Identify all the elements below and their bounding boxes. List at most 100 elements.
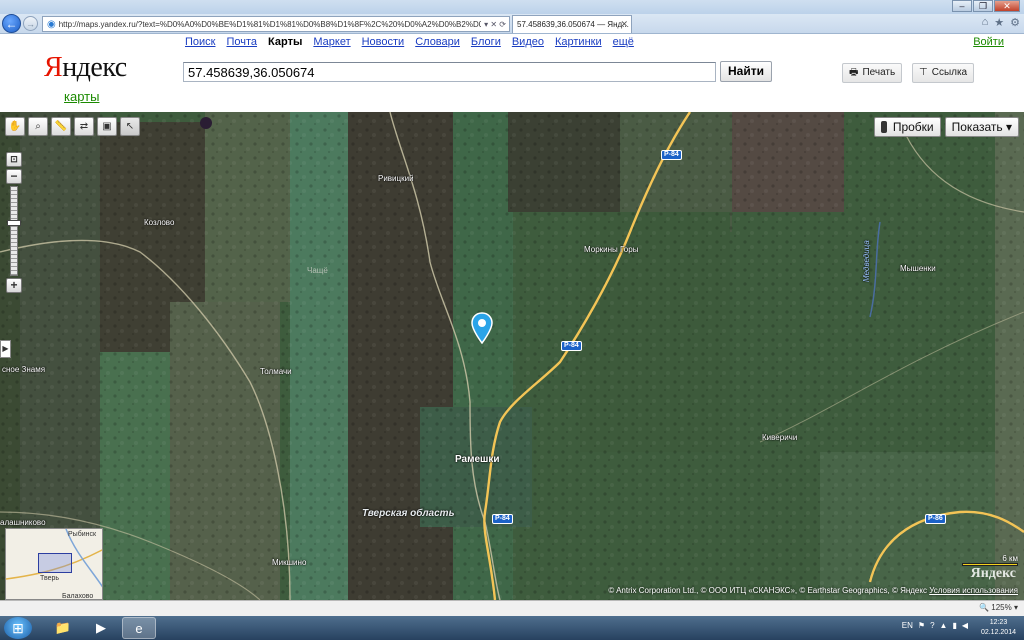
help-icon[interactable]: ? <box>930 621 934 630</box>
taskbar-explorer[interactable]: 📁 <box>46 617 80 639</box>
login-link[interactable]: Войти <box>973 36 1004 48</box>
place-morkiny-gory: Моркины Горы <box>584 245 639 254</box>
tab-title: 57.458639,36.050674 — Янд... <box>517 20 629 29</box>
service-dictionaries[interactable]: Словари <box>415 36 460 48</box>
scale-label: 6 км <box>1002 554 1018 563</box>
zoom-out-button[interactable]: − <box>6 169 22 184</box>
windows-logo-icon: ⊞ <box>12 620 24 636</box>
minimap-viewport[interactable] <box>38 553 72 573</box>
service-mail[interactable]: Почта <box>226 36 257 48</box>
road-badge: Р-84 <box>492 514 513 524</box>
yandex-logo[interactable]: Яндекс <box>44 52 127 84</box>
region-tver-oblast: Тверская область <box>362 508 455 519</box>
zoom-magnifier-icon: 🔍 <box>979 603 990 612</box>
zoom-in-button[interactable]: + <box>6 278 22 293</box>
link-icon: ⊤ <box>919 67 928 78</box>
address-url[interactable]: http://maps.yandex.ru/?text=%D0%A0%D0%BE… <box>59 20 481 29</box>
restore-button[interactable]: ❐ <box>973 0 993 12</box>
place-myshenki: Мышенки <box>900 264 936 273</box>
back-button[interactable]: ← <box>2 14 21 33</box>
taskbar-internet-explorer[interactable]: e <box>122 617 156 639</box>
service-blogs[interactable]: Блоги <box>471 36 501 48</box>
place-rameshki: Рамешки <box>455 454 500 465</box>
river-label: Медведица <box>862 240 871 282</box>
favorites-star-icon[interactable]: ★ <box>994 16 1004 29</box>
forward-arrow-icon: → <box>26 19 35 29</box>
zoom-slider[interactable] <box>6 186 22 276</box>
browser-navbar: ← → ◉ http://maps.yandex.ru/?text=%D0%A0… <box>0 14 1024 34</box>
route-icon: ⇄ <box>79 121 89 132</box>
cursor-tool[interactable]: ↖ <box>120 117 140 136</box>
service-search[interactable]: Поиск <box>185 36 215 48</box>
close-tab-icon[interactable]: ✕ <box>620 16 628 33</box>
close-window-button[interactable]: ✕ <box>994 0 1020 12</box>
route-tool[interactable]: ⇄ <box>74 117 94 136</box>
link-button[interactable]: ⊤ Ссылка <box>912 63 975 83</box>
volume-icon[interactable]: ◀ <box>962 621 968 630</box>
magnifier-tool[interactable]: ⌕ <box>28 117 48 136</box>
triangle-right-icon: ▶ <box>2 344 9 353</box>
address-bar[interactable]: ◉ http://maps.yandex.ru/?text=%D0%A0%D0%… <box>42 16 510 32</box>
sidebar-toggle[interactable]: ▶ <box>0 340 11 358</box>
zoom-control: ⊡ − + <box>6 152 22 293</box>
service-maps[interactable]: Карты <box>268 36 302 48</box>
cursor-arrow-icon: ↖ <box>125 121 135 132</box>
satellite-map[interactable]: ✋ ⌕ 📏 ⇄ ▣ ↖ ⊡ − + ▶ Пробки Показать ▾ Ри… <box>0 112 1024 600</box>
copyright-bar: © Antrix Corporation Ltd., © ООО ИТЦ «СК… <box>602 584 1024 598</box>
zoom-rail <box>10 186 18 276</box>
minimize-button[interactable]: – <box>952 0 972 12</box>
place-kiverichi: Киверичи <box>762 433 798 442</box>
browser-tab[interactable]: 57.458639,36.050674 — Янд... ✕ <box>512 15 632 33</box>
service-more[interactable]: ещё <box>613 36 634 48</box>
hand-tool[interactable]: ✋ <box>5 117 25 136</box>
road-badge: Р-84 <box>561 341 582 351</box>
network-icon[interactable]: ▮ <box>952 621 956 630</box>
road-badge: Р-86 <box>925 514 946 524</box>
media-player-icon: ▶ <box>96 620 106 635</box>
zoom-handle[interactable] <box>7 220 21 226</box>
ruler-tool[interactable]: 📏 <box>51 117 71 136</box>
show-layers-dropdown[interactable]: Показать ▾ <box>944 117 1019 137</box>
window-controls: – ❐ ✕ <box>951 0 1020 12</box>
home-icon[interactable]: ⌂ <box>982 16 989 29</box>
services-nav: Поиск Почта Карты Маркет Новости Словари… <box>185 36 634 48</box>
zoom-fit-button[interactable]: ⊡ <box>6 152 22 167</box>
address-actions[interactable]: ▾ ✕ ⟳ <box>481 20 509 29</box>
copyright-text: © Antrix Corporation Ltd., © ООО ИТЦ «СК… <box>608 586 927 595</box>
flag-icon[interactable]: ⚑ <box>918 621 925 630</box>
traffic-button[interactable]: Пробки <box>873 117 941 137</box>
page-zoom[interactable]: 🔍 125% ▾ <box>979 603 1018 612</box>
map-tools: ✋ ⌕ 📏 ⇄ ▣ ↖ <box>5 117 140 136</box>
browser-toolbar-icons: ⌂ ★ ⚙ <box>982 16 1020 29</box>
print-button[interactable]: 🖶 Печать <box>842 63 903 83</box>
layers-tool[interactable]: ▣ <box>97 117 117 136</box>
search-input[interactable] <box>183 62 716 82</box>
system-tray: EN ⚑ ? ▲ ▮ ◀ <box>902 621 968 630</box>
service-images[interactable]: Картинки <box>555 36 602 48</box>
placemark-pin-icon[interactable] <box>471 312 493 344</box>
taskbar-clock[interactable]: 12:23 02.12.2014 <box>981 618 1016 638</box>
folder-icon: 📁 <box>54 620 72 635</box>
yandex-header: Поиск Почта Карты Маркет Новости Словари… <box>0 34 1024 112</box>
fit-icon: ⊡ <box>10 154 18 164</box>
terms-link[interactable]: Условия использования <box>929 586 1018 595</box>
search-button[interactable]: Найти <box>720 61 772 82</box>
satellite-imagery <box>0 112 1024 600</box>
clock-date: 02.12.2014 <box>980 629 1016 636</box>
language-indicator[interactable]: EN <box>902 621 913 630</box>
service-video[interactable]: Видео <box>512 36 544 48</box>
start-button[interactable]: ⊞ <box>4 617 32 639</box>
maps-link[interactable]: карты <box>64 89 99 104</box>
map-watermark: Яндекс <box>970 566 1016 581</box>
arrow-up-icon[interactable]: ▲ <box>940 621 948 630</box>
page-icon: ◉ <box>47 18 56 30</box>
service-market[interactable]: Маркет <box>313 36 350 48</box>
windows-taskbar: ⊞ 📁 ▶ e EN ⚑ ? ▲ ▮ ◀ 12:23 02.12.2014 <box>0 616 1024 640</box>
taskbar-media-player[interactable]: ▶ <box>84 617 118 639</box>
service-news[interactable]: Новости <box>362 36 405 48</box>
forward-button[interactable]: → <box>23 16 38 31</box>
overview-minimap[interactable]: Рыбинск Тверь Балахово <box>5 528 103 600</box>
map-controls-top-right: Пробки Показать ▾ <box>873 117 1019 137</box>
settings-gear-icon[interactable]: ⚙ <box>1010 16 1020 29</box>
ruler-icon: 📏 <box>54 121 68 132</box>
